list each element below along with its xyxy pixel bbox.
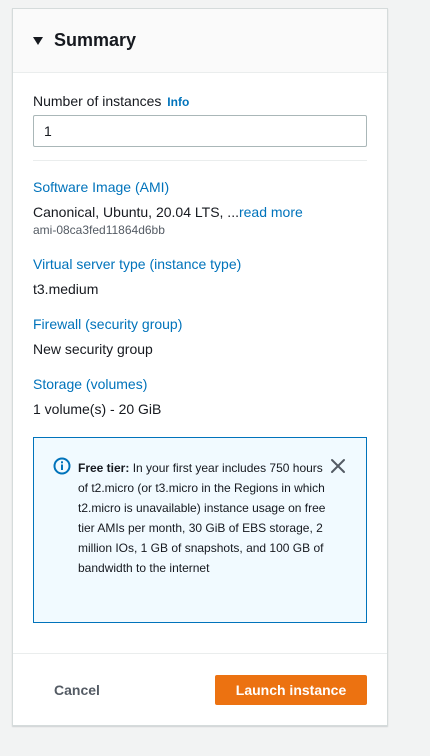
firewall-value: New security group: [33, 341, 153, 357]
storage-value: 1 volume(s) - 20 GiB: [33, 401, 162, 417]
free-tier-heading: Free tier:: [78, 461, 130, 475]
summary-panel: Summary Number of instances Info Softwar…: [12, 8, 388, 726]
software-image-value: Canonical, Ubuntu, 20.04 LTS, ...read mo…: [33, 204, 367, 220]
firewall-section: Firewall (security group) New security g…: [33, 316, 367, 357]
info-link[interactable]: Info: [167, 95, 189, 109]
firewall-link[interactable]: Firewall (security group): [33, 316, 367, 332]
read-more-link[interactable]: read more: [239, 204, 303, 220]
cancel-button[interactable]: Cancel: [54, 682, 100, 698]
software-image-text: Canonical, Ubuntu, 20.04 LTS, ...: [33, 204, 239, 220]
free-tier-body: In your first year includes 750 hours of…: [78, 461, 326, 575]
launch-instance-button[interactable]: Launch instance: [215, 674, 367, 705]
software-image-section: Software Image (AMI) Canonical, Ubuntu, …: [33, 179, 367, 237]
software-image-link[interactable]: Software Image (AMI): [33, 179, 367, 195]
instance-type-link[interactable]: Virtual server type (instance type): [33, 256, 367, 272]
caret-down-icon[interactable]: [33, 37, 43, 45]
storage-link[interactable]: Storage (volumes): [33, 376, 367, 392]
free-tier-alert: Free tier: In your first year includes 7…: [33, 437, 367, 623]
storage-section: Storage (volumes) 1 volume(s) - 20 GiB: [33, 376, 367, 417]
ami-id: ami-08ca3fed11864d6bb: [33, 223, 165, 237]
close-icon[interactable]: [330, 458, 346, 474]
instances-field-label: Number of instances Info: [33, 93, 367, 109]
summary-content: Number of instances Info Software Image …: [13, 73, 387, 623]
summary-header[interactable]: Summary: [13, 9, 387, 73]
instances-input[interactable]: [33, 115, 367, 147]
instance-type-value: t3.medium: [33, 281, 99, 297]
instance-type-section: Virtual server type (instance type) t3.m…: [33, 256, 367, 297]
info-circle-icon: [53, 457, 71, 475]
summary-title: Summary: [54, 30, 137, 50]
divider: [33, 160, 367, 161]
instances-label: Number of instances: [33, 93, 162, 109]
free-tier-text: Free tier: In your first year includes 7…: [78, 458, 326, 578]
summary-footer: Cancel Launch instance: [13, 653, 387, 725]
